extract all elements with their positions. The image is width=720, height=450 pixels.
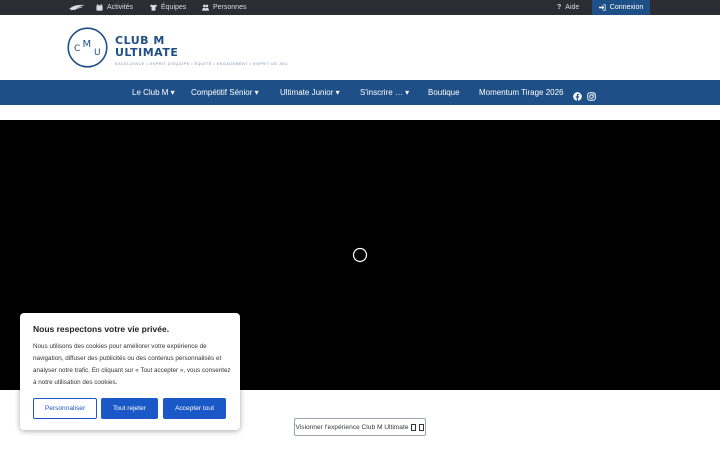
activities-label: Activités bbox=[107, 4, 134, 11]
cookie-consent-banner: Nous respectons votre vie privée. Nous u… bbox=[20, 313, 240, 430]
nav-item-boutique[interactable]: Boutique bbox=[428, 80, 460, 105]
facebook-icon bbox=[573, 92, 582, 101]
tiny-flying-disc-logo-icon[interactable] bbox=[68, 3, 86, 11]
activities-link[interactable]: Activités bbox=[96, 0, 133, 15]
logo-letter-m: M bbox=[83, 39, 92, 50]
nav-item-ultimate-junior[interactable]: Ultimate Junior ▾ bbox=[280, 80, 340, 105]
jersey-icon bbox=[150, 4, 157, 11]
sign-in-icon bbox=[598, 4, 606, 11]
club-m-ultimate-logo[interactable]: C M U bbox=[67, 27, 108, 68]
instagram-link[interactable] bbox=[587, 88, 596, 101]
loading-spinner-icon bbox=[352, 247, 368, 263]
missing-glyph-icon bbox=[411, 423, 417, 431]
logo-letter-u: U bbox=[94, 48, 101, 58]
nav-item-sinscrire[interactable]: S'inscrire … ▾ bbox=[360, 80, 409, 105]
teams-link[interactable]: Équipes bbox=[150, 0, 186, 15]
main-navigation: Le Club M ▾ Compétitif Sénior ▾ Ultimate… bbox=[0, 80, 720, 105]
brand-name-line2: ULTIMATE bbox=[115, 46, 179, 59]
instagram-icon bbox=[587, 92, 596, 101]
cookie-title: Nous respectons votre vie privée. bbox=[33, 324, 170, 334]
help-link[interactable]: ? Aide bbox=[557, 0, 579, 15]
help-label: Aide bbox=[565, 4, 580, 11]
people-icon bbox=[202, 4, 209, 11]
facebook-link[interactable] bbox=[573, 88, 582, 101]
logo-letter-c: C bbox=[74, 44, 80, 54]
accept-all-button[interactable]: Accepter tout bbox=[163, 398, 226, 419]
people-label: Personnes bbox=[213, 4, 247, 11]
site-header: C M U CLUB M ULTIMATE EXCELLENCE • ESPRI… bbox=[0, 15, 720, 80]
brand-name[interactable]: CLUB M ULTIMATE bbox=[115, 35, 178, 59]
question-icon: ? bbox=[557, 4, 562, 11]
login-label: Connexion bbox=[609, 4, 644, 11]
reject-all-button[interactable]: Tout rejeter bbox=[101, 398, 158, 419]
cookie-body: Nous utilisons des cookies pour améliore… bbox=[33, 343, 231, 386]
customize-button[interactable]: Personnaliser bbox=[33, 398, 97, 419]
watch-experience-button[interactable]: Visionner l'expérience Club M Ultimate bbox=[294, 418, 426, 436]
people-link[interactable]: Personnes bbox=[202, 0, 246, 15]
missing-glyph-icon bbox=[419, 423, 425, 431]
nav-item-momentum-tirage[interactable]: Momentum Tirage 2026 bbox=[479, 80, 564, 105]
calendar-icon bbox=[96, 4, 103, 11]
brand-tagline: EXCELLENCE • ESPRIT D'ÉQUIPE • ÉQUITÉ • … bbox=[115, 62, 288, 66]
nav-item-competitif-senior[interactable]: Compétitif Sénior ▾ bbox=[191, 80, 259, 105]
nav-item-le-club-m[interactable]: Le Club M ▾ bbox=[132, 80, 175, 105]
watch-experience-label: Visionner l'expérience Club M Ultimate bbox=[295, 423, 409, 431]
login-button[interactable]: Connexion bbox=[592, 0, 650, 15]
teams-label: Équipes bbox=[161, 4, 187, 11]
top-utility-bar: Activités Équipes Personnes ? Aide Conne… bbox=[0, 0, 720, 15]
